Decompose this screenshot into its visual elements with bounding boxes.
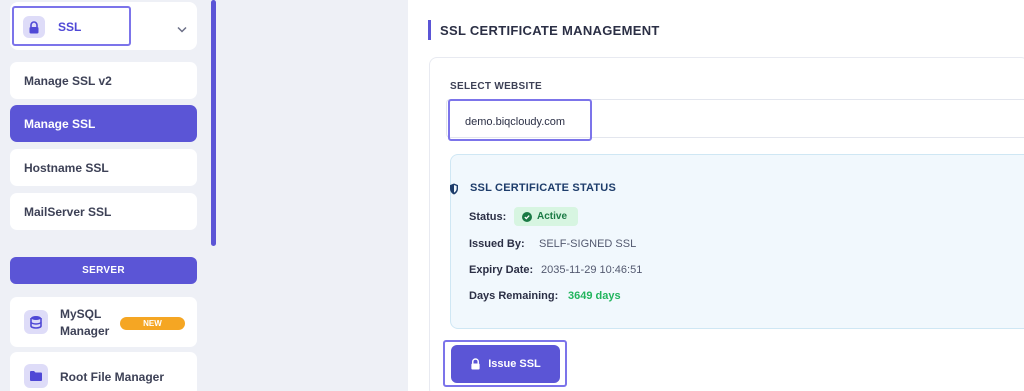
status-badge: Active bbox=[514, 207, 578, 226]
issued-by-label: Issued By: bbox=[469, 238, 525, 250]
expiry-date-label: Expiry Date: bbox=[469, 264, 534, 276]
status-label: Status: bbox=[469, 211, 507, 223]
selected-website-value: demo.biqcloudy.com bbox=[465, 116, 566, 128]
ssl-management-card: SELECT WEBSITE demo.biqcloudy.com SSL CE… bbox=[429, 57, 1024, 391]
sidebar-item-root-file-manager[interactable]: Root File Manager bbox=[10, 352, 197, 391]
sidebar-item-mysql-manager[interactable]: MySQL Manager NEW bbox=[10, 297, 197, 347]
server-section-label: SERVER bbox=[82, 265, 125, 276]
sidebar-item-label: Manage SSL v2 bbox=[24, 73, 112, 88]
lock-icon bbox=[23, 16, 45, 38]
title-accent-bar bbox=[428, 20, 431, 40]
sidebar-item-mailserver-ssl[interactable]: MailServer SSL bbox=[10, 193, 197, 230]
sidebar-item-hostname-ssl[interactable]: Hostname SSL bbox=[10, 149, 197, 186]
days-remaining-value: 3649 days bbox=[568, 290, 621, 302]
sidebar-item-label: MySQL Manager bbox=[60, 307, 110, 338]
lock-icon bbox=[471, 358, 480, 370]
database-icon bbox=[24, 310, 48, 334]
sidebar-item-manage-ssl-v2[interactable]: Manage SSL v2 bbox=[10, 62, 197, 99]
sidebar-scrollbar[interactable] bbox=[211, 0, 216, 246]
ssl-status-panel bbox=[450, 154, 1024, 329]
status-value: Active bbox=[537, 211, 568, 222]
issue-ssl-label: Issue SSL bbox=[488, 358, 541, 370]
page-title: SSL CERTIFICATE MANAGEMENT bbox=[440, 23, 660, 38]
days-remaining-label: Days Remaining: bbox=[469, 290, 559, 302]
new-badge: NEW bbox=[120, 317, 185, 330]
issued-by-value: SELF-SIGNED SSL bbox=[539, 238, 637, 250]
shield-icon bbox=[449, 182, 459, 200]
sidebar-item-manage-ssl[interactable]: Manage SSL bbox=[10, 105, 197, 142]
chevron-down-icon[interactable] bbox=[177, 20, 187, 38]
sidebar-item-label: MailServer SSL bbox=[24, 204, 112, 219]
sidebar-item-label: Manage SSL bbox=[24, 116, 96, 131]
server-section-button[interactable]: SERVER bbox=[10, 257, 197, 284]
issue-ssl-button[interactable]: Issue SSL bbox=[451, 345, 560, 383]
main-panel: SSL CERTIFICATE MANAGEMENT SELECT WEBSIT… bbox=[408, 0, 1024, 391]
expiry-date-value: 2035-11-29 10:46:51 bbox=[541, 264, 643, 276]
select-website-label: SELECT WEBSITE bbox=[450, 81, 542, 92]
sidebar: SSL Manage SSL v2 Manage SSL Hostname SS… bbox=[0, 0, 218, 391]
folder-icon bbox=[24, 364, 48, 388]
sidebar-group-label: SSL bbox=[58, 20, 82, 34]
sidebar-group-ssl[interactable]: SSL bbox=[10, 2, 197, 50]
sidebar-item-label: Root File Manager bbox=[60, 370, 165, 384]
check-circle-icon bbox=[522, 211, 532, 222]
ssl-status-title: SSL CERTIFICATE STATUS bbox=[470, 182, 616, 194]
sidebar-item-label: Hostname SSL bbox=[24, 160, 109, 175]
